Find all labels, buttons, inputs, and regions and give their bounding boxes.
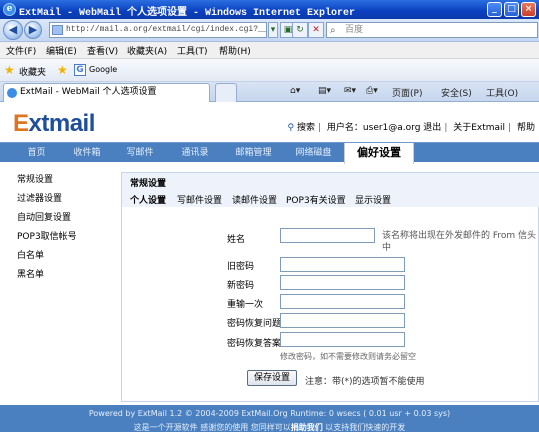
page-content: Extmail ⚲ 搜索 | 用户名：user1@a.org 退出 | 关于Extm… (0, 102, 539, 432)
recovery-question-label: 密码恢复问题 (227, 319, 282, 329)
nav-netdisk[interactable]: 网络磁盘 (286, 143, 341, 163)
new-password-label: 新密码 (227, 281, 255, 291)
add-favorite-icon[interactable]: ★ (57, 63, 68, 77)
panel-title: 常规设置 (130, 179, 167, 189)
footer-powered-by: Powered by ExtMail 1.2 © 2004-2009 ExtMa… (88, 409, 451, 418)
favorites-button[interactable]: 收藏夹 (19, 65, 46, 78)
safety-menu[interactable]: 安全(S) (441, 86, 472, 99)
stop-icon[interactable]: ✕ (308, 22, 324, 38)
settings-panel: 常规设置 个人设置 写邮件设置 读邮件设置 POP3有关设置 显示设置 姓名 该… (121, 172, 539, 402)
subtab-pop3[interactable]: POP3有关设置 (286, 193, 346, 206)
tools-menu[interactable]: 工具(O) (486, 86, 518, 99)
footer-donate-line: 这是一个开源软件 感谢您的使用 您同样可以捐助我们 以支持我们快速的开发 (133, 423, 406, 432)
subtab-personal[interactable]: 个人设置 (130, 193, 166, 206)
search-icon: ⌕ (330, 25, 336, 36)
name-input[interactable] (280, 228, 375, 243)
repeat-password-label: 重输一次 (227, 300, 264, 310)
page-icon (52, 25, 63, 35)
print-icon[interactable]: ⎙▾ (366, 86, 378, 96)
about-link[interactable]: 关于Extmail (453, 123, 505, 133)
search-input[interactable]: ⌕ 百度 (326, 22, 538, 38)
ie-icon: e (3, 3, 16, 16)
menu-view[interactable]: 查看(V) (87, 44, 118, 57)
username-label: 用户名：user1@a.org (326, 123, 421, 133)
sidebar-item-autoreply[interactable]: 自动回复设置 (17, 210, 77, 229)
refresh-icon[interactable]: ↻ (292, 22, 308, 38)
minimize-button[interactable]: _ (487, 2, 502, 17)
extmail-logo: Extmail (13, 110, 95, 137)
subtab-compose[interactable]: 写邮件设置 (177, 193, 222, 206)
name-label: 姓名 (227, 235, 246, 245)
new-password-input[interactable] (280, 275, 405, 290)
menu-help[interactable]: 帮助(H) (219, 44, 251, 57)
favorites-star-icon: ★ (4, 63, 15, 77)
browser-tab-active[interactable]: ExtMail - WebMail 个人选项设置 (3, 83, 210, 102)
maximize-button[interactable]: □ (504, 2, 519, 17)
nav-inbox[interactable]: 收件箱 (62, 143, 112, 163)
tab-favicon (7, 88, 17, 98)
recovery-answer-input[interactable] (280, 332, 405, 347)
top-links: ⚲ 搜索 | 用户名：user1@a.org 退出 | 关于Extmail | 帮助 (287, 123, 535, 133)
feeds-icon[interactable]: ▤▾ (318, 86, 331, 96)
sidebar-item-general[interactable]: 常规设置 (17, 172, 77, 191)
nav-preferences[interactable]: 偏好设置 (344, 143, 414, 164)
nav-mailbox-manage[interactable]: 邮箱管理 (226, 143, 281, 163)
donate-link[interactable]: 捐助我们 (291, 423, 323, 432)
nav-addressbook[interactable]: 通讯录 (170, 143, 220, 163)
favorites-bar: ★ 收藏夹 ★ G Google (0, 59, 539, 82)
page-menu[interactable]: 页面(P) (392, 86, 422, 99)
options-note: 注意：带(*)的选项暂不能使用 (305, 377, 425, 387)
logout-link[interactable]: 退出 (423, 123, 441, 133)
name-hint: 该名称将出现在外发邮件的 From 信头中 (382, 231, 537, 253)
sidebar-item-filters[interactable]: 过滤器设置 (17, 191, 77, 210)
main-nav: 首页 收件箱 写邮件 通讯录 邮箱管理 网络磁盘 偏好设置 (0, 142, 539, 164)
google-icon: G (74, 64, 86, 76)
recovery-question-input[interactable] (280, 313, 405, 328)
menu-edit[interactable]: 编辑(E) (46, 44, 77, 57)
password-hint: 修改密码，如不需要修改则请务必留空 (280, 352, 416, 361)
sidebar-item-whitelist[interactable]: 白名单 (17, 248, 77, 267)
help-link[interactable]: 帮助 (517, 123, 535, 133)
footer: Powered by ExtMail 1.2 © 2004-2009 ExtMa… (0, 405, 539, 432)
address-bar: ◀ ▶ http://mail.a.org/extmail/cgi/index.… (0, 19, 539, 42)
subtab-display[interactable]: 显示设置 (355, 193, 391, 206)
menu-favorites[interactable]: 收藏夹(A) (127, 44, 167, 57)
search-icon: ⚲ (287, 123, 295, 133)
search-link[interactable]: 搜索 (297, 123, 315, 133)
url-input[interactable]: http://mail.a.org/extmail/cgi/index.cgi?… (49, 22, 267, 38)
recovery-answer-label: 密码恢复答案 (227, 339, 282, 349)
sidebar-item-pop3[interactable]: POP3取信帐号 (17, 229, 77, 248)
menu-tools[interactable]: 工具(T) (177, 44, 208, 57)
back-button[interactable]: ◀ (3, 20, 23, 40)
window-titlebar: e ExtMail - WebMail 个人选项设置 - Windows Int… (0, 0, 539, 19)
old-password-input[interactable] (280, 257, 405, 272)
settings-sidebar: 常规设置 过滤器设置 自动回复设置 POP3取信帐号 白名单 黑名单 (17, 172, 77, 286)
nav-compose[interactable]: 写邮件 (115, 143, 165, 163)
new-tab-button[interactable] (215, 83, 237, 102)
tab-bar: ExtMail - WebMail 个人选项设置 ⌂▾ ▤▾ ✉▾ ⎙▾ 页面(… (0, 82, 539, 102)
url-dropdown-icon[interactable]: ▾ (268, 22, 278, 38)
sidebar-item-blacklist[interactable]: 黑名单 (17, 267, 77, 286)
favorite-google[interactable]: Google (89, 65, 117, 74)
menu-file[interactable]: 文件(F) (6, 44, 36, 57)
nav-home[interactable]: 首页 (14, 143, 59, 163)
subtab-read[interactable]: 读邮件设置 (232, 193, 277, 206)
forward-button[interactable]: ▶ (24, 21, 42, 39)
window-title: ExtMail - WebMail 个人选项设置 - Windows Inter… (19, 8, 356, 19)
menu-bar: 文件(F) 编辑(E) 查看(V) 收藏夹(A) 工具(T) 帮助(H) (0, 42, 539, 59)
old-password-label: 旧密码 (227, 262, 255, 272)
mail-icon[interactable]: ✉▾ (344, 86, 356, 96)
repeat-password-input[interactable] (280, 294, 405, 309)
home-icon[interactable]: ⌂▾ (290, 86, 300, 96)
save-button[interactable]: 保存设置 (247, 370, 297, 386)
close-button[interactable]: × (521, 2, 536, 17)
